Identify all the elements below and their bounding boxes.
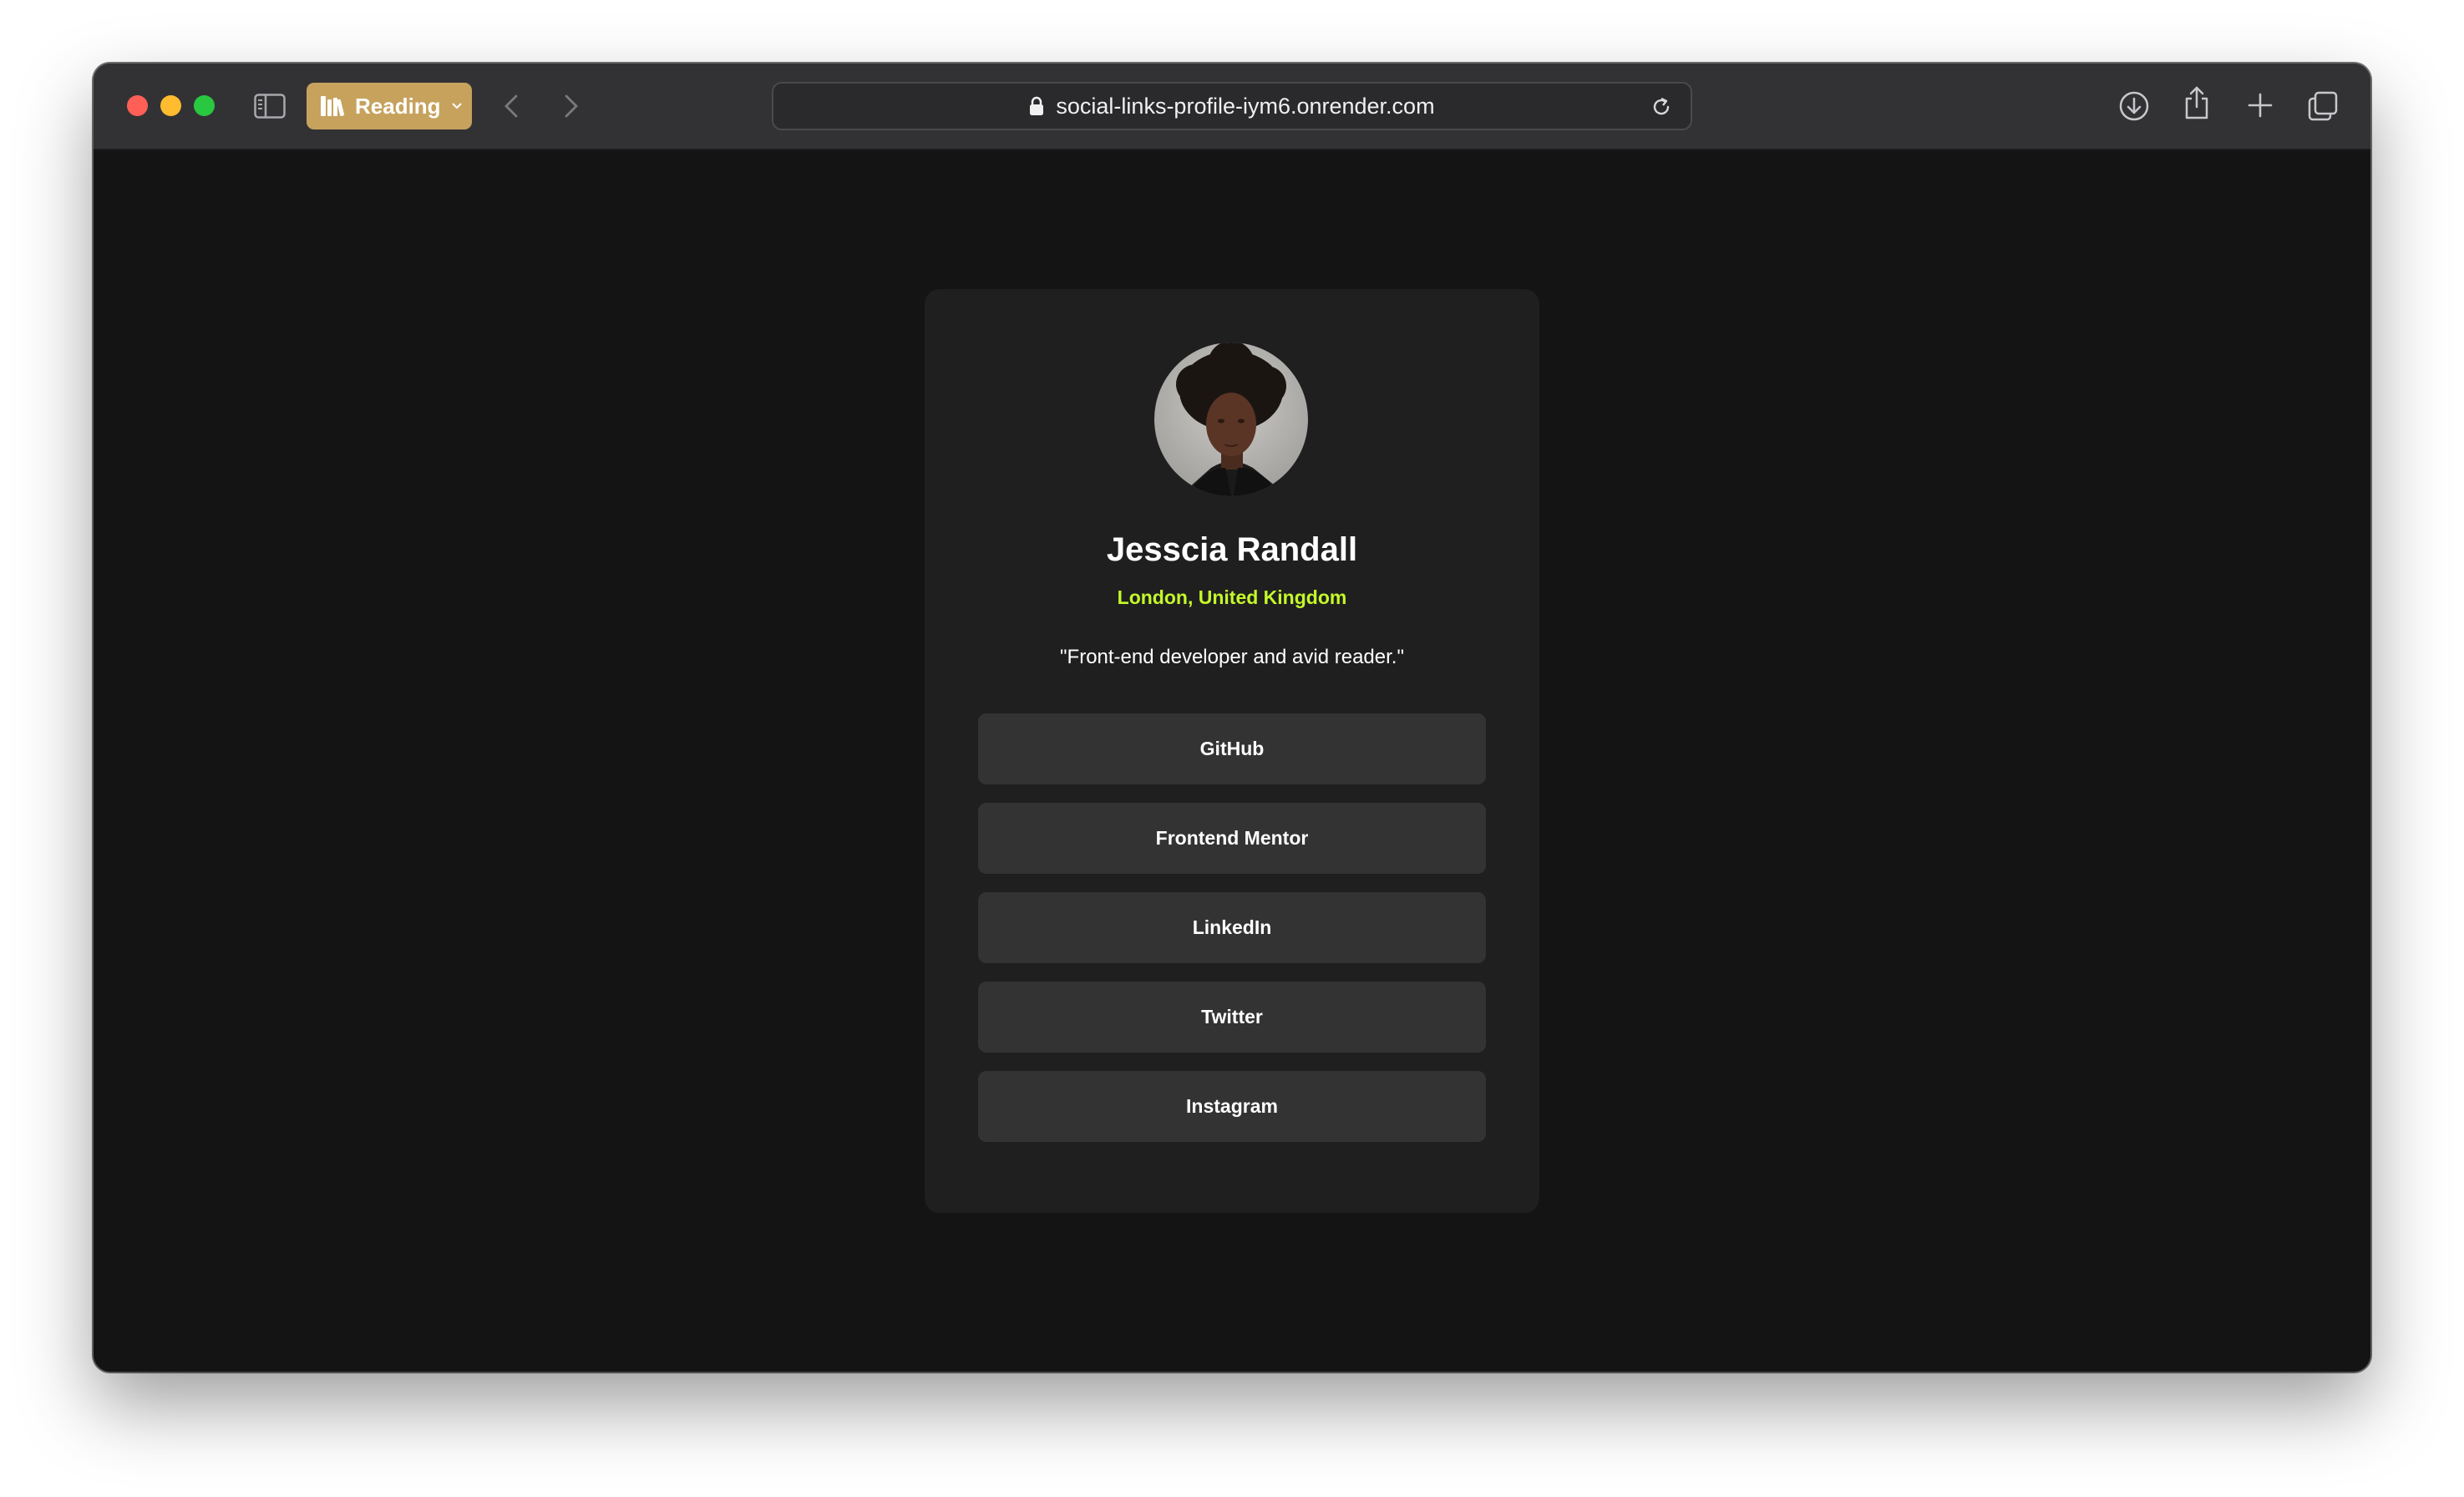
avatar	[1154, 343, 1308, 496]
profile-location: London, United Kingdom	[1117, 586, 1347, 608]
link-twitter-button[interactable]: Twitter	[978, 982, 1486, 1053]
link-frontend-mentor-button[interactable]: Frontend Mentor	[978, 803, 1486, 874]
download-icon[interactable]	[2118, 90, 2150, 122]
tab-group-label: Reading	[355, 93, 441, 119]
plus-icon[interactable]	[2247, 92, 2274, 119]
zoom-window-button[interactable]	[194, 95, 215, 116]
link-linkedin-button[interactable]: LinkedIn	[978, 892, 1486, 963]
books-icon	[321, 96, 345, 116]
forward-icon[interactable]	[558, 94, 583, 119]
social-links-list: GitHub Frontend Mentor LinkedIn Twitter …	[978, 713, 1486, 1160]
chevron-down-icon	[451, 103, 462, 109]
share-icon[interactable]	[2183, 85, 2210, 120]
minimize-window-button[interactable]	[160, 95, 181, 116]
reload-icon[interactable]	[1650, 96, 1672, 118]
profile-bio: "Front-end developer and avid reader."	[1060, 646, 1404, 668]
browser-window: Reading social-links-profile-iym6.onrend…	[94, 63, 2370, 1372]
url-text: social-links-profile-iym6.onrender.com	[1056, 93, 1435, 119]
tabs-icon[interactable]	[2307, 90, 2339, 122]
close-window-button[interactable]	[127, 95, 148, 116]
link-instagram-button[interactable]: Instagram	[978, 1071, 1486, 1142]
sidebar-icon[interactable]	[254, 94, 286, 119]
lock-icon	[1030, 96, 1044, 115]
back-icon[interactable]	[499, 94, 525, 119]
link-github-button[interactable]: GitHub	[978, 713, 1486, 784]
browser-toolbar: Reading social-links-profile-iym6.onrend…	[94, 63, 2370, 150]
profile-name: Jesscia Randall	[1106, 531, 1358, 568]
profile-card: Jesscia Randall London, United Kingdom "…	[925, 289, 1539, 1213]
address-bar[interactable]: social-links-profile-iym6.onrender.com	[772, 82, 1692, 130]
page-viewport: Jesscia Randall London, United Kingdom "…	[94, 150, 2370, 1372]
tab-group-button[interactable]: Reading	[307, 83, 472, 129]
